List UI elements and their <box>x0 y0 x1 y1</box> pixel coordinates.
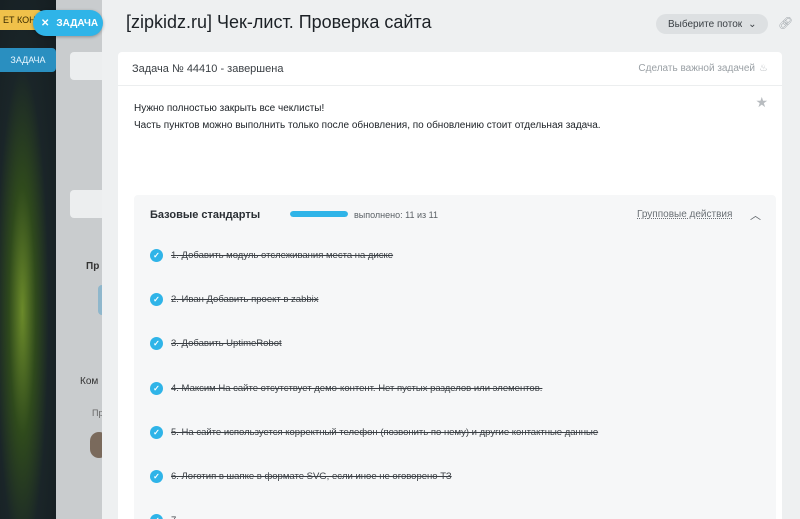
task-number-status: Задача № 44410 - завершена <box>132 63 284 75</box>
checklist-item-text: 1. Добавить модуль отслеживания места на… <box>171 249 394 261</box>
group-actions-link[interactable]: Групповые действия <box>637 209 732 220</box>
check-icon[interactable]: ✓ <box>150 470 163 484</box>
background-text: Пр <box>86 261 100 272</box>
description-line: Нужно полностью закрыть все чеклисты! <box>134 103 325 114</box>
task-card-header: Задача № 44410 - завершена Сделать важно… <box>118 52 782 86</box>
list-item[interactable]: ✓ 7. <box>134 499 776 519</box>
chevron-up-icon[interactable]: ︿ <box>750 207 761 223</box>
check-icon[interactable]: ✓ <box>150 292 163 306</box>
check-icon[interactable]: ✓ <box>150 425 163 439</box>
description-line: Часть пунктов можно выполнить только пос… <box>134 120 601 131</box>
list-item[interactable]: ✓ 6. Логотип в шапке в формате SVG, если … <box>134 454 776 498</box>
checklist-item-text: 3. Добавить UptimeRobot <box>171 338 282 350</box>
flow-select[interactable]: Выберите поток ⌄ <box>656 14 768 34</box>
list-item[interactable]: ✓ 1. Добавить модуль отслеживания места н… <box>134 233 776 277</box>
check-icon[interactable]: ✓ <box>150 381 163 395</box>
background-app: ЕТ КОНТ ЗАДАЧА <box>0 0 56 519</box>
check-icon[interactable]: ✓ <box>150 337 163 351</box>
task-chip-label: ЗАДАЧА <box>56 17 99 29</box>
progress-fill <box>290 211 348 217</box>
check-icon[interactable]: ✓ <box>150 514 163 519</box>
list-item[interactable]: ✓ 5. На сайте используется корректный тел… <box>134 410 776 454</box>
task-card: Задача № 44410 - завершена Сделать важно… <box>118 52 782 519</box>
make-important-label: Сделать важной задачей <box>638 63 756 74</box>
background-text: Ком <box>80 376 99 387</box>
checklist-item-text: 6. Логотип в шапке в формате SVG, если и… <box>171 471 452 483</box>
checklist: Базовые стандарты выполнено: 11 из 11 Гр… <box>134 195 776 519</box>
background-task-tag: ЗАДАЧА <box>0 48 56 72</box>
checklist-item-text: 4. Максим На сайте отсутствует демо-конт… <box>171 382 543 394</box>
checklist-title: Базовые стандарты <box>150 209 261 221</box>
page-title: [zipkidz.ru] Чек-лист. Проверка сайта <box>126 12 432 32</box>
list-item[interactable]: ✓ 3. Добавить UptimeRobot <box>134 322 776 366</box>
task-panel: [zipkidz.ru] Чек-лист. Проверка сайта Вы… <box>102 0 800 519</box>
flow-select-label: Выберите поток <box>668 18 743 30</box>
checklist-header: Базовые стандарты выполнено: 11 из 11 Гр… <box>134 195 776 233</box>
background-panel: Пр Ком Пр <box>56 0 110 519</box>
checklist-item-text: 5. На сайте используется корректный теле… <box>171 426 599 438</box>
make-important-button[interactable]: Сделать важной задачей ♨ <box>638 63 768 74</box>
list-item[interactable]: ✓ 4. Максим На сайте отсутствует демо-кон… <box>134 366 776 410</box>
checklist-item-text: 2. Иван Добавить проект в zabbix <box>171 293 319 305</box>
task-tab-chip[interactable]: ✕ ЗАДАЧА <box>33 10 103 36</box>
flame-icon: ♨ <box>759 63 768 74</box>
list-item[interactable]: ✓ 2. Иван Добавить проект в zabbix <box>134 277 776 321</box>
checklist-item-text: 7. <box>171 515 179 519</box>
checklist-progress-bar <box>290 211 348 217</box>
check-icon[interactable]: ✓ <box>150 248 163 262</box>
checklist-items: ✓ 1. Добавить модуль отслеживания места н… <box>134 233 776 519</box>
star-icon[interactable]: ★ <box>755 94 768 111</box>
close-icon[interactable]: ✕ <box>41 18 49 29</box>
task-description: Нужно полностью закрыть все чеклисты! Ча… <box>134 100 601 134</box>
chevron-down-icon: ⌄ <box>748 18 757 30</box>
link-icon[interactable]: 🔗︎ <box>778 16 793 30</box>
checklist-status: выполнено: 11 из 11 <box>354 210 438 220</box>
